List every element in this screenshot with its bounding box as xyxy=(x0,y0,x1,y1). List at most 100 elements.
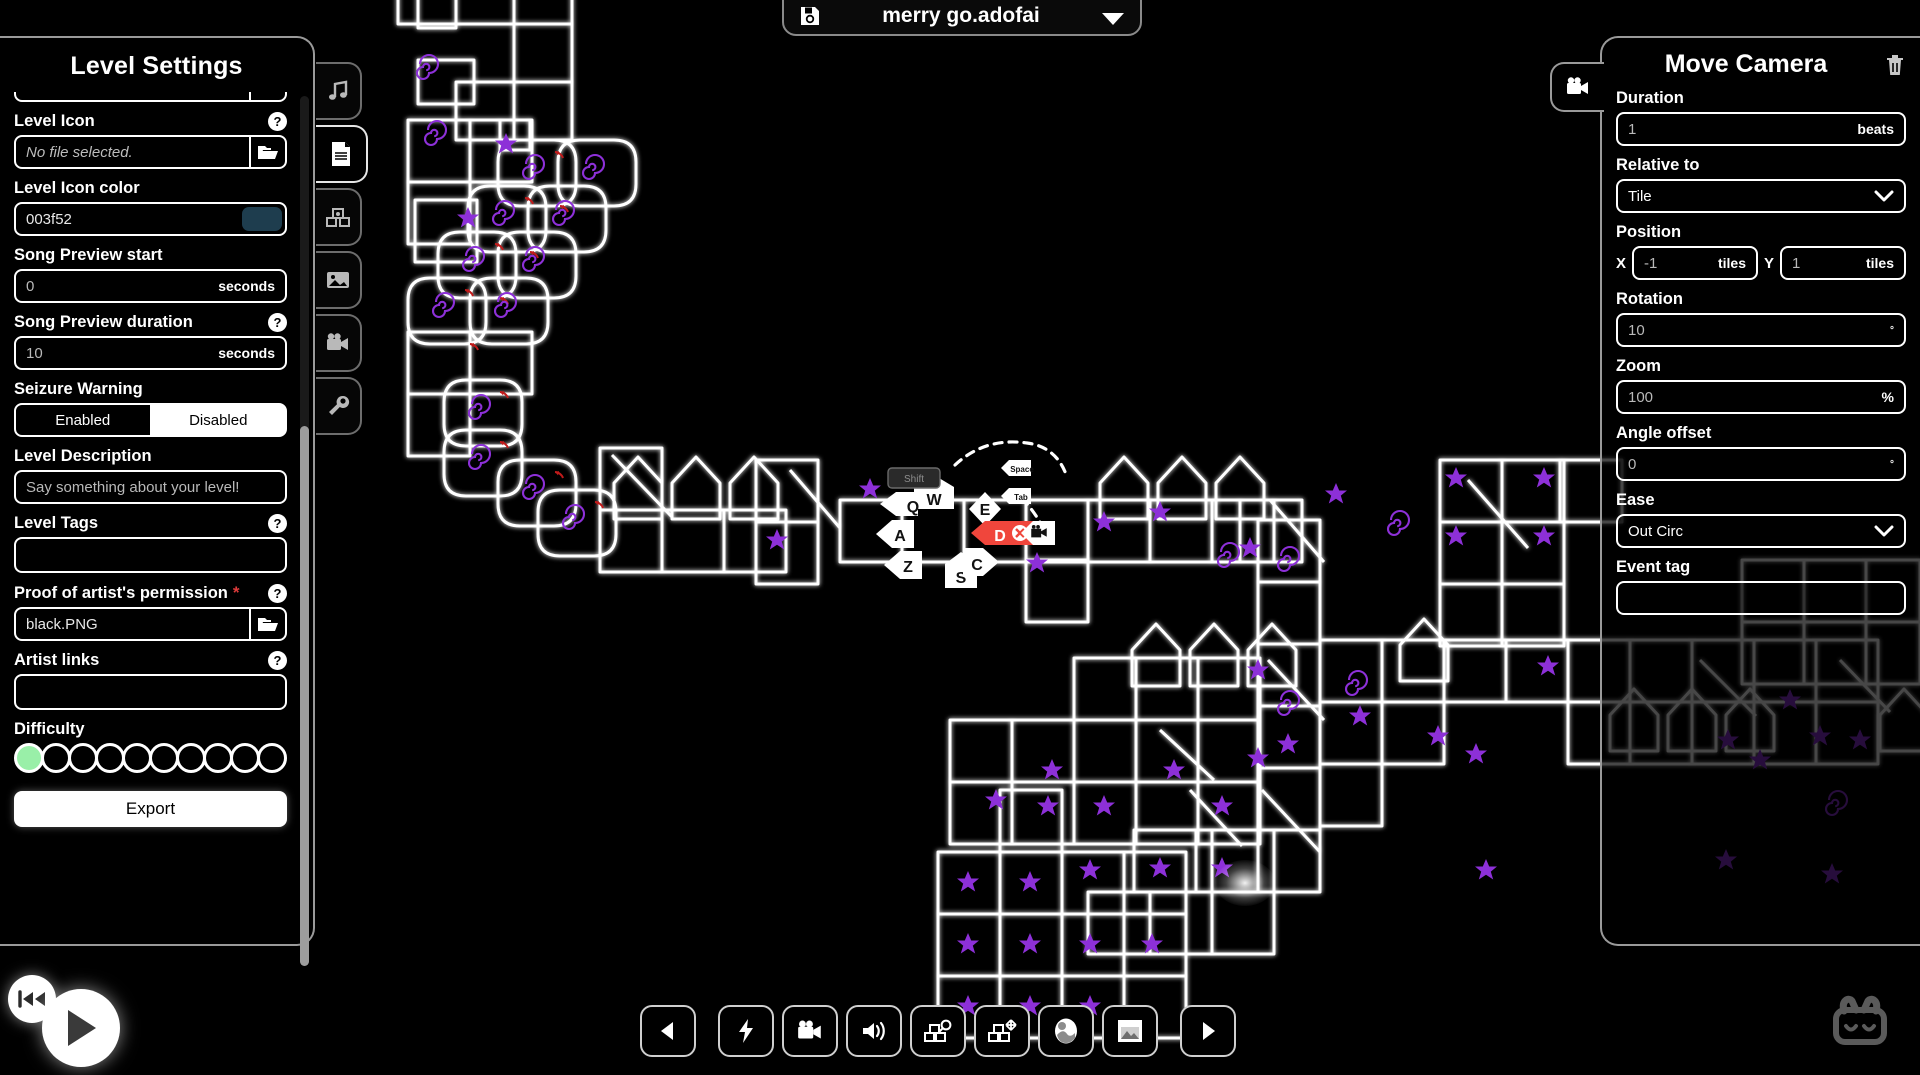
difficulty-dot[interactable] xyxy=(203,743,233,773)
chevron-down-icon[interactable] xyxy=(1874,189,1894,203)
unit-tiles: tiles xyxy=(1717,255,1746,271)
svg-text:Z: Z xyxy=(903,559,913,576)
field-song-preview-start: Song Preview start 0 seconds xyxy=(14,246,287,303)
label-song-preview-duration: Song Preview duration ? xyxy=(14,313,287,332)
seizure-disabled-option[interactable]: Disabled xyxy=(149,403,287,437)
difficulty-dot[interactable] xyxy=(257,743,287,773)
lightning-icon xyxy=(736,1018,756,1044)
field-event-tag: Event tag xyxy=(1616,558,1906,615)
seizure-warning-toggle[interactable]: Enabled Disabled xyxy=(14,403,287,437)
svg-text:Space: Space xyxy=(1010,465,1034,474)
field-rotation: Rotation 10 ° xyxy=(1616,290,1906,347)
trash-icon[interactable] xyxy=(1884,53,1906,77)
level-description-placeholder: Say something about your level! xyxy=(26,478,240,496)
folder-icon[interactable] xyxy=(249,137,285,167)
position-xy-row: X -1 tiles Y 1 tiles xyxy=(1616,246,1906,280)
level-icon-input[interactable]: No file selected. xyxy=(14,135,287,169)
song-selector-bar[interactable]: merry go.adofai xyxy=(782,0,1142,36)
export-button[interactable]: Export xyxy=(14,791,287,827)
duration-value: 1 xyxy=(1628,120,1637,138)
help-icon[interactable]: ? xyxy=(268,313,287,332)
floppy-disk-icon[interactable] xyxy=(798,4,822,28)
song-preview-duration-input[interactable]: 10 seconds xyxy=(14,336,287,370)
svg-text:D: D xyxy=(994,528,1006,545)
difficulty-dot[interactable] xyxy=(149,743,179,773)
rail-item-image[interactable] xyxy=(316,251,362,309)
artist-links-input[interactable] xyxy=(14,674,287,710)
difficulty-dot[interactable] xyxy=(230,743,260,773)
song-preview-start-input[interactable]: 0 seconds xyxy=(14,269,287,303)
label-artist-links: Artist links ? xyxy=(14,651,287,670)
position-y-input[interactable]: 1 tiles xyxy=(1780,246,1906,280)
help-icon[interactable]: ? xyxy=(268,583,287,603)
bottom-toolbar xyxy=(640,1005,1236,1057)
seizure-enabled-option[interactable]: Enabled xyxy=(14,403,152,437)
rotation-input[interactable]: 10 ° xyxy=(1616,313,1906,347)
ease-select[interactable]: Out Circ xyxy=(1616,514,1906,548)
play-button[interactable] xyxy=(42,989,120,1067)
ellipse-icon xyxy=(1053,1017,1079,1045)
field-position: Position X -1 tiles Y 1 tiles xyxy=(1616,223,1906,280)
chevron-down-icon[interactable] xyxy=(1874,524,1894,538)
rail-item-tiles[interactable] xyxy=(316,188,362,246)
difficulty-dot[interactable] xyxy=(95,743,125,773)
label-angle-offset: Angle offset xyxy=(1616,424,1712,442)
background-button[interactable] xyxy=(1102,1005,1158,1057)
effects-button[interactable] xyxy=(718,1005,774,1057)
help-icon[interactable]: ? xyxy=(268,112,287,131)
sound-button[interactable] xyxy=(846,1005,902,1057)
level-icon-color-input[interactable]: 003f52 xyxy=(14,202,287,236)
rotation-value: 10 xyxy=(1628,321,1645,339)
event-type-tab[interactable] xyxy=(1550,62,1604,112)
rail-item-camera[interactable] xyxy=(316,314,362,372)
color-swatch[interactable] xyxy=(242,207,282,231)
clipped-field-above[interactable] xyxy=(14,92,287,102)
scrollbar-thumb[interactable] xyxy=(300,426,309,966)
rail-item-music[interactable] xyxy=(316,62,362,120)
speaker-icon xyxy=(860,1019,888,1043)
mascot-button[interactable] xyxy=(1822,993,1898,1055)
proof-input[interactable]: black.PNG xyxy=(14,607,287,641)
difficulty-dot[interactable] xyxy=(176,743,206,773)
settings-scrollbar[interactable] xyxy=(300,96,309,966)
folder-icon[interactable] xyxy=(249,92,285,100)
rail-item-document[interactable] xyxy=(316,125,368,183)
tiles-icon xyxy=(325,206,351,228)
decoration-button[interactable] xyxy=(1038,1005,1094,1057)
unit-degrees: ° xyxy=(1890,324,1894,336)
clipped-file-input[interactable] xyxy=(14,92,287,102)
track-keys-button[interactable] xyxy=(910,1005,966,1057)
previous-button[interactable] xyxy=(640,1005,696,1057)
relative-to-select[interactable]: Tile xyxy=(1616,179,1906,213)
angle-offset-input[interactable]: 0 ° xyxy=(1616,447,1906,481)
difficulty-dot[interactable] xyxy=(68,743,98,773)
duration-input[interactable]: 1 beats xyxy=(1616,112,1906,146)
field-relative-to: Relative to Tile xyxy=(1616,156,1906,213)
level-description-input[interactable]: Say something about your level! xyxy=(14,470,287,504)
level-settings-scroll-area[interactable]: Level Icon ? No file selected. Level Ico… xyxy=(0,92,301,936)
track-move-button[interactable] xyxy=(974,1005,1030,1057)
zoom-value: 100 xyxy=(1628,388,1654,406)
editor-rail xyxy=(316,62,368,440)
prev-arrow-icon xyxy=(657,1020,679,1042)
label-duration: Duration xyxy=(1616,89,1684,107)
level-tags-input[interactable] xyxy=(14,537,287,573)
label-level-icon-color: Level Icon color xyxy=(14,179,140,197)
folder-icon[interactable] xyxy=(249,609,285,639)
required-marker: * xyxy=(232,583,240,602)
difficulty-dot[interactable] xyxy=(122,743,152,773)
difficulty-dot[interactable] xyxy=(14,743,44,773)
difficulty-dot[interactable] xyxy=(41,743,71,773)
proof-value: black.PNG xyxy=(26,615,98,633)
zoom-input[interactable]: 100 % xyxy=(1616,380,1906,414)
difficulty-selector[interactable] xyxy=(14,743,287,773)
rail-item-settings[interactable] xyxy=(316,377,362,435)
relative-to-value: Tile xyxy=(1628,187,1652,205)
help-icon[interactable]: ? xyxy=(268,514,287,533)
chevron-down-icon[interactable] xyxy=(1100,10,1126,28)
help-icon[interactable]: ? xyxy=(268,651,287,670)
camera-button[interactable] xyxy=(782,1005,838,1057)
position-x-input[interactable]: -1 tiles xyxy=(1632,246,1758,280)
next-button[interactable] xyxy=(1180,1005,1236,1057)
event-tag-input[interactable] xyxy=(1616,581,1906,615)
